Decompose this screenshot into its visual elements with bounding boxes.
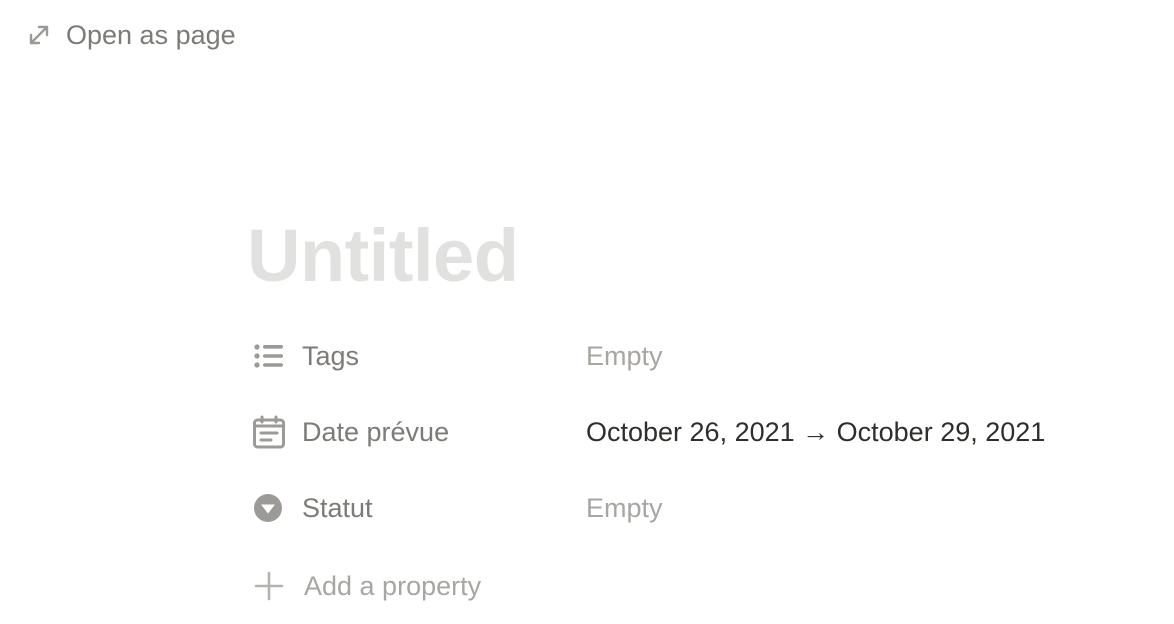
- select-dropdown-icon: [252, 490, 288, 526]
- open-as-page-label: Open as page: [66, 19, 236, 50]
- property-value-tags[interactable]: Empty: [586, 341, 663, 372]
- property-row-status: Statut Empty: [252, 470, 1132, 546]
- page-title[interactable]: Untitled: [247, 206, 519, 306]
- property-row-date: Date prévue October 26, 2021 → October 2…: [252, 394, 1132, 470]
- property-name-date[interactable]: Date prévue: [252, 414, 586, 450]
- property-label: Statut: [302, 492, 373, 523]
- property-label: Date prévue: [302, 416, 450, 447]
- list-icon: [252, 338, 288, 374]
- property-name-tags[interactable]: Tags: [252, 338, 586, 374]
- expand-diagonal-icon: [26, 22, 52, 48]
- property-name-status[interactable]: Statut: [252, 490, 586, 526]
- property-value-date[interactable]: October 26, 2021 → October 29, 2021: [586, 417, 1045, 448]
- property-list: Tags Empty Date prévue October 26, 2021 …: [252, 318, 1132, 624]
- add-property-button[interactable]: Add a property: [252, 548, 1132, 624]
- plus-icon: [252, 568, 288, 604]
- calendar-icon: [252, 414, 288, 450]
- open-as-page-button[interactable]: Open as page: [26, 16, 236, 54]
- property-row-tags: Tags Empty: [252, 318, 1132, 394]
- property-label: Tags: [302, 340, 360, 371]
- add-property-label: Add a property: [304, 570, 482, 601]
- property-value-status[interactable]: Empty: [586, 493, 663, 524]
